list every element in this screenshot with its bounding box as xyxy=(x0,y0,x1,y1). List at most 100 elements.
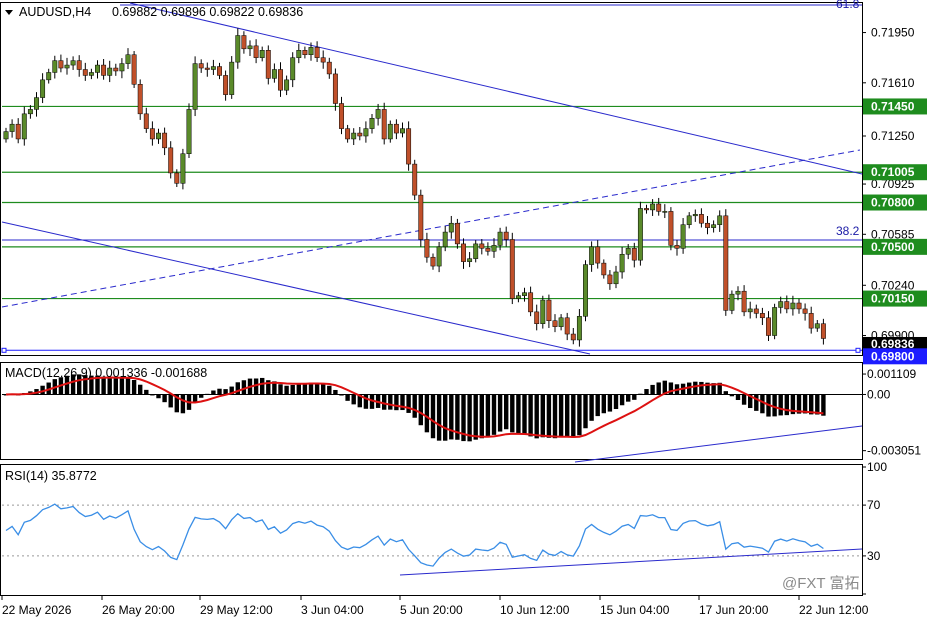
candle-body[interactable] xyxy=(34,97,39,110)
candle-body[interactable] xyxy=(814,323,820,329)
candle-body[interactable] xyxy=(406,128,412,165)
candle-body[interactable] xyxy=(558,317,564,327)
candle-body[interactable] xyxy=(15,123,21,140)
candle-body[interactable] xyxy=(442,231,448,248)
candle-body[interactable] xyxy=(186,109,192,154)
candle-body[interactable] xyxy=(149,128,155,140)
candle-body[interactable] xyxy=(180,153,186,184)
candle-body[interactable] xyxy=(766,317,771,336)
candle-body[interactable] xyxy=(88,72,94,76)
candle-body[interactable] xyxy=(522,292,527,296)
candle-body[interactable] xyxy=(570,333,576,341)
candle-body[interactable] xyxy=(430,256,436,267)
candle-body[interactable] xyxy=(412,163,418,196)
candle-body[interactable] xyxy=(27,109,33,115)
candle-body[interactable] xyxy=(479,243,485,249)
candle-body[interactable] xyxy=(393,123,399,134)
candle-body[interactable] xyxy=(619,253,625,273)
candle-body[interactable] xyxy=(210,66,216,70)
bid-line-handle-left[interactable] xyxy=(1,347,7,353)
candle-body[interactable] xyxy=(326,61,332,75)
candle-body[interactable] xyxy=(290,57,296,81)
candle-body[interactable] xyxy=(265,50,271,79)
candle-body[interactable] xyxy=(9,123,15,132)
candle-body[interactable] xyxy=(753,308,759,314)
candle-body[interactable] xyxy=(381,109,387,140)
candle-body[interactable] xyxy=(613,271,619,285)
candle-body[interactable] xyxy=(644,208,649,211)
candle-body[interactable] xyxy=(113,67,119,72)
candle-body[interactable] xyxy=(503,231,509,240)
candle-body[interactable] xyxy=(40,79,46,98)
candle-body[interactable] xyxy=(369,118,375,129)
candle-body[interactable] xyxy=(21,113,27,140)
candle-body[interactable] xyxy=(711,224,717,228)
candle-body[interactable] xyxy=(82,69,88,76)
candle-body[interactable] xyxy=(473,243,479,259)
candle-body[interactable] xyxy=(717,215,723,225)
candle-body[interactable] xyxy=(296,50,302,58)
candle-body[interactable] xyxy=(461,243,466,262)
candle-body[interactable] xyxy=(223,75,229,95)
candle-body[interactable] xyxy=(662,211,668,213)
candle-body[interactable] xyxy=(540,299,546,324)
candle-body[interactable] xyxy=(70,60,76,66)
candle-body[interactable] xyxy=(418,194,424,240)
candle-body[interactable] xyxy=(241,35,247,50)
candle-body[interactable] xyxy=(101,64,107,76)
candle-body[interactable] xyxy=(143,113,149,129)
candle-body[interactable] xyxy=(314,47,320,58)
candle-body[interactable] xyxy=(156,132,161,140)
candle-body[interactable] xyxy=(107,67,113,76)
candle-body[interactable] xyxy=(729,293,735,311)
candle-body[interactable] xyxy=(400,128,405,134)
candle-body[interactable] xyxy=(125,54,131,64)
candle-body[interactable] xyxy=(387,123,393,140)
candle-body[interactable] xyxy=(607,274,613,285)
candle-body[interactable] xyxy=(497,231,503,246)
candle-body[interactable] xyxy=(491,245,497,252)
candle-body[interactable] xyxy=(784,301,790,310)
candle-body[interactable] xyxy=(58,60,64,69)
candle-body[interactable] xyxy=(790,302,796,310)
candle-body[interactable] xyxy=(601,262,607,276)
candle-body[interactable] xyxy=(589,246,595,265)
candle-body[interactable] xyxy=(52,60,58,73)
candle-body[interactable] xyxy=(802,308,808,314)
candle-body[interactable] xyxy=(796,302,802,310)
candle-body[interactable] xyxy=(705,222,710,228)
candle-body[interactable] xyxy=(320,57,326,63)
candle-body[interactable] xyxy=(741,290,747,313)
candle-body[interactable] xyxy=(375,109,381,119)
candle-body[interactable] xyxy=(284,79,290,91)
candle-body[interactable] xyxy=(332,73,338,104)
candle-body[interactable] xyxy=(247,45,253,50)
candle-body[interactable] xyxy=(759,313,765,319)
candle-body[interactable] xyxy=(253,45,259,58)
candle-body[interactable] xyxy=(357,132,363,137)
candle-body[interactable] xyxy=(95,64,100,73)
candle-body[interactable] xyxy=(3,131,9,140)
candle-body[interactable] xyxy=(46,72,52,81)
candle-body[interactable] xyxy=(564,317,570,335)
candle-body[interactable] xyxy=(308,47,314,55)
chart-canvas[interactable]: 0.001109 0.00 -0.003051 100 70 30 0.71950 0.7… xyxy=(0,0,936,624)
candle-body[interactable] xyxy=(131,54,137,85)
candle-body[interactable] xyxy=(576,316,582,341)
candle-body[interactable] xyxy=(204,67,210,70)
candle-body[interactable] xyxy=(637,208,643,261)
candle-body[interactable] xyxy=(692,214,698,217)
candle-body[interactable] xyxy=(631,248,637,261)
candle-body[interactable] xyxy=(778,301,784,308)
candle-body[interactable] xyxy=(509,239,515,299)
candle-body[interactable] xyxy=(668,211,674,246)
rsi-panel[interactable] xyxy=(0,464,863,596)
candle-body[interactable] xyxy=(515,295,521,299)
candle-body[interactable] xyxy=(528,292,534,313)
candle-body[interactable] xyxy=(820,323,826,339)
candle-body[interactable] xyxy=(76,60,82,70)
candle-body[interactable] xyxy=(363,128,369,137)
candle-body[interactable] xyxy=(345,128,351,140)
candle-body[interactable] xyxy=(271,69,277,79)
candle-body[interactable] xyxy=(162,132,168,149)
